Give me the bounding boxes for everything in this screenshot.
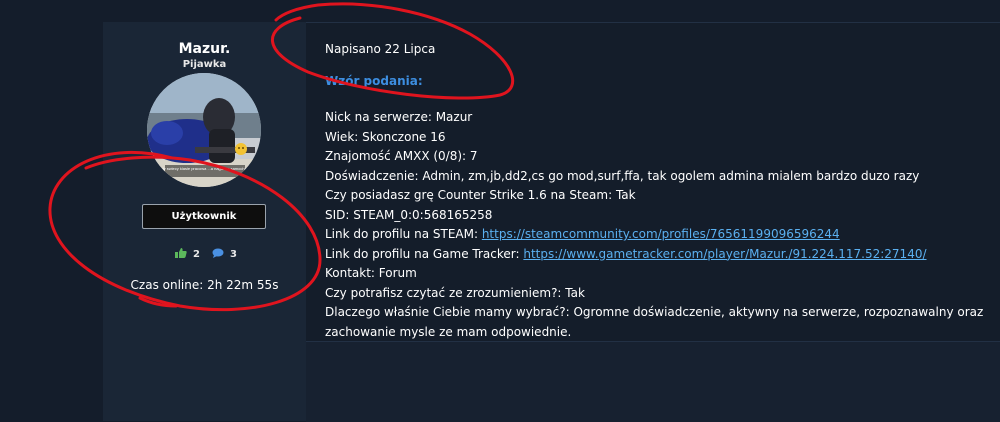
avatar-image: ...rady swiecy klasie pracowa ...a nagle…	[147, 73, 261, 187]
author-rank: Pijawka	[182, 59, 227, 70]
form-heading: Wzór podania:	[325, 74, 423, 88]
posts-stat[interactable]: 3	[212, 248, 237, 261]
likes-stat[interactable]: 2	[175, 248, 200, 261]
likes-count: 2	[193, 249, 200, 260]
body-line-why-you-cont: zachowanie mysle ze mam odpowiednie.	[325, 324, 572, 339]
thumbs-up-icon	[175, 248, 187, 261]
posts-count: 3	[230, 249, 237, 260]
body-line-nick: Nick na serwerze: Mazur	[325, 110, 473, 124]
post-body: Nick na serwerze: Mazur Wiek: Skonczone …	[325, 108, 1000, 342]
gametracker-link[interactable]: https://www.gametracker.com/player/Mazur…	[523, 247, 926, 261]
body-line-contact: Kontakt: Forum	[325, 266, 417, 280]
post-column: Napisano 22 Lipca Wzór podania: Nick na …	[306, 22, 1000, 422]
body-line-gametracker: Link do profilu na Game Tracker: https:/…	[325, 246, 927, 261]
body-line-why-you: Dlaczego właśnie Ciebie mamy wybrać?: Og…	[325, 305, 984, 319]
body-line-steam-game: Czy posiadasz grę Counter Strike 1.6 na …	[325, 188, 636, 202]
post-date[interactable]: Napisano 22 Lipca	[325, 42, 435, 56]
steam-profile-link[interactable]: https://steamcommunity.com/profiles/7656…	[482, 227, 840, 241]
avatar[interactable]: ...rady swiecy klasie pracowa ...a nagle…	[147, 73, 261, 187]
body-line-steam-profile: Link do profilu na STEAM: https://steamc…	[325, 227, 840, 241]
online-time: Czas online: 2h 22m 55s	[130, 278, 279, 292]
author-panel: Mazur. Pijawka ...rady swiecy klasie pra…	[103, 22, 306, 421]
body-line-amxx: Znajomość AMXX (0/8): 7	[325, 149, 478, 163]
body-line-reading: Czy potrafisz czytać ze zrozumieniem?: T…	[325, 285, 585, 300]
author-name[interactable]: Mazur.	[103, 41, 306, 57]
body-line-sid: SID: STEAM_0:0:568165258	[325, 207, 493, 222]
comment-icon	[212, 248, 224, 261]
body-line-experience: Doświadczenie: Admin, zm,jb,dd2,cs go mo…	[325, 168, 920, 183]
group-badge: Użytkownik	[142, 204, 266, 229]
avatar-caption: ...rady swiecy klasie pracowa ...a nagle…	[155, 166, 254, 171]
body-line-age: Wiek: Skonczone 16	[325, 129, 446, 144]
post-content: Napisano 22 Lipca Wzór podania: Nick na …	[306, 23, 1000, 342]
